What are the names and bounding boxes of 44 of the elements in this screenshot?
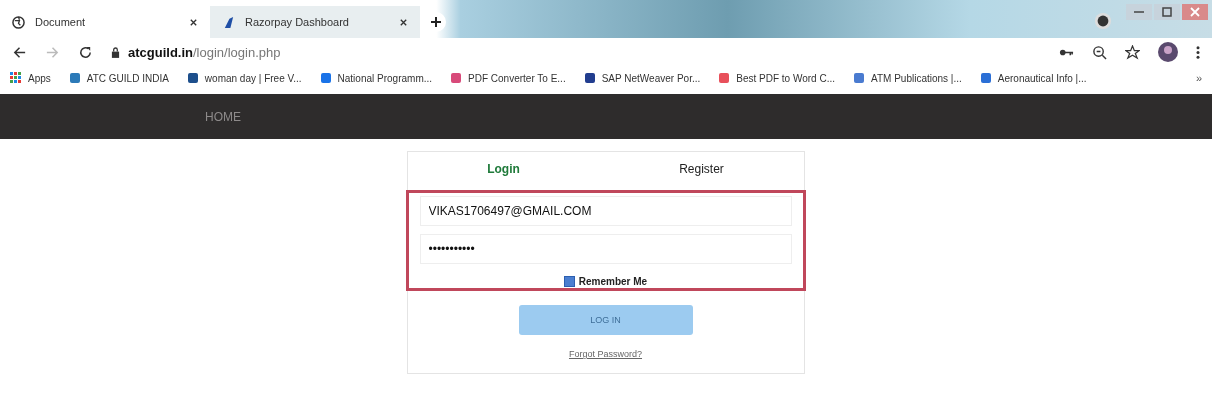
- bookmark[interactable]: Apps: [10, 72, 51, 84]
- close-icon[interactable]: [399, 17, 408, 27]
- url-text: atcguild.in/login/login.php: [128, 44, 281, 60]
- checkbox[interactable]: [563, 276, 575, 287]
- email-field[interactable]: VIKAS1706497@GMAIL.COM: [419, 196, 792, 226]
- password-field[interactable]: •••••••••••: [419, 234, 792, 264]
- reload-icon[interactable]: [78, 44, 93, 60]
- favicon-icon: [319, 72, 332, 84]
- browser-tab[interactable]: Razorpay Dashboard: [210, 6, 420, 38]
- favicon-icon: [68, 72, 81, 84]
- more-bookmarks[interactable]: »: [1195, 72, 1202, 84]
- maximize-icon[interactable]: [1154, 4, 1180, 20]
- menu-icon[interactable]: [1196, 44, 1200, 60]
- avatar-icon[interactable]: [1158, 42, 1178, 62]
- bookmark[interactable]: Best PDF to Word C...: [718, 72, 835, 84]
- form-tab[interactable]: Register: [679, 162, 724, 176]
- favicon-icon: [450, 72, 463, 84]
- apps-grid-icon: [10, 72, 22, 84]
- favicon-icon: [853, 72, 865, 84]
- tab-title: Document: [35, 16, 87, 28]
- favicon-icon: [186, 72, 199, 84]
- bookmark[interactable]: woman day | Free V...: [186, 72, 302, 84]
- lock-icon: [111, 46, 120, 58]
- tab-title: Razorpay Dashboard: [245, 16, 350, 28]
- bookmark[interactable]: PDF Converter To E...: [450, 72, 566, 84]
- favicon-icon: [718, 72, 731, 84]
- address-bar[interactable]: atcguild.in/login/login.php: [111, 44, 1041, 60]
- zoom-icon[interactable]: [1092, 44, 1107, 60]
- favicon-icon: [979, 72, 992, 84]
- bookmark[interactable]: Aeronautical Info |...: [979, 72, 1087, 84]
- close-icon[interactable]: [189, 17, 198, 27]
- favicon-icon: [583, 72, 596, 84]
- slash-logo-icon: [222, 15, 235, 29]
- nav-link[interactable]: HOME: [205, 109, 241, 124]
- bookmark[interactable]: ATC GUILD INDIA: [68, 72, 169, 84]
- bookmark[interactable]: SAP NetWeaver Por...: [583, 72, 701, 84]
- bookmark[interactable]: ATM Publications |...: [853, 72, 962, 84]
- bookmark[interactable]: National Programm...: [319, 72, 433, 84]
- forgot-password-link[interactable]: Forgot Password?: [568, 349, 642, 359]
- star-icon[interactable]: [1125, 44, 1140, 60]
- minimize-icon[interactable]: [1126, 4, 1152, 20]
- remember-label: Remember Me: [578, 276, 648, 287]
- extension-icon[interactable]: [1094, 12, 1112, 30]
- form-tab[interactable]: Login: [487, 162, 520, 176]
